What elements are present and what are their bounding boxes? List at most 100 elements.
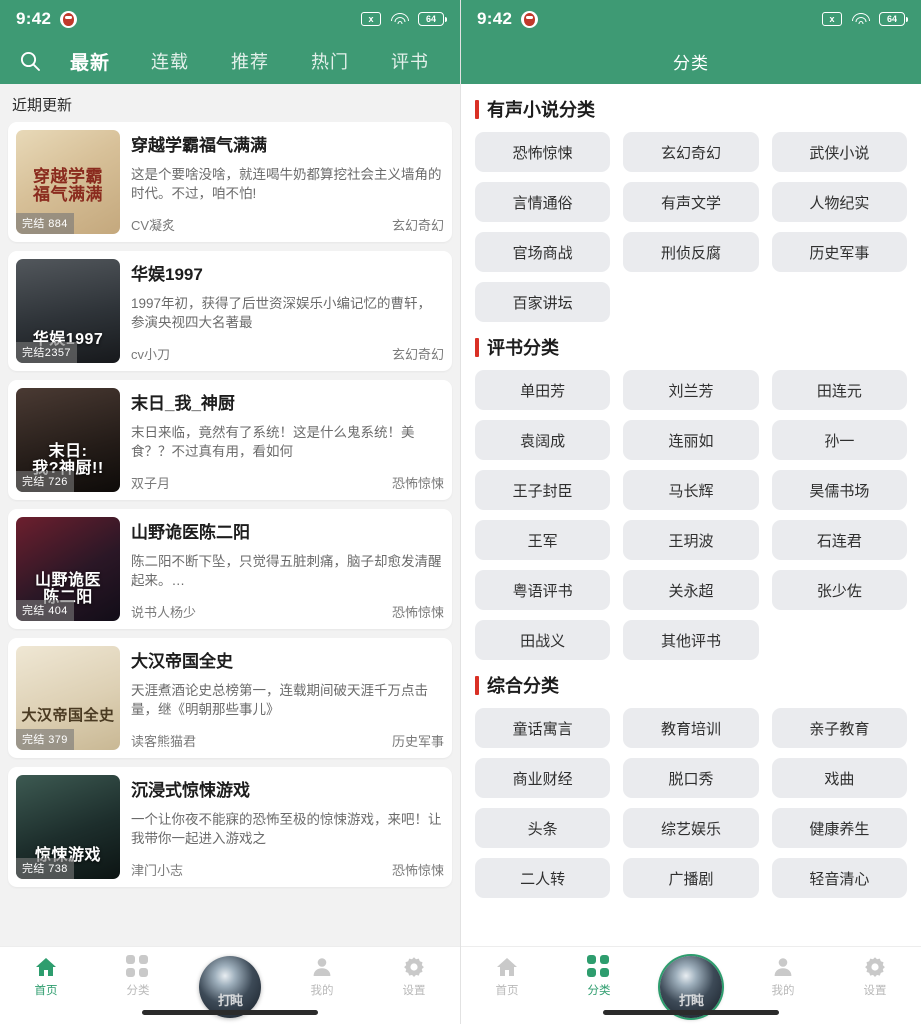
no-sim-icon: x: [822, 12, 842, 26]
gear-icon: [402, 955, 426, 979]
list-item[interactable]: 穿越学霸 福气满满 完结 884 穿越学霸福气满满 这是个要啥没啥，就连喝牛奶都算…: [8, 122, 452, 242]
list-item[interactable]: 末日: 我?神厨!! 完结 726 末日_我_神厨 末日来临，竟然有了系统！这是什…: [8, 380, 452, 500]
item-author: 双子月: [131, 476, 171, 491]
category-chip[interactable]: 百家讲坛: [475, 282, 611, 322]
category-chip[interactable]: 轻音清心: [771, 858, 907, 898]
category-chip[interactable]: 恐怖惊悚: [475, 132, 611, 172]
book-cover: 大汉帝国全史 完结 379: [16, 646, 120, 750]
status-bar-left: 9:42 x 64: [0, 0, 460, 38]
category-chip[interactable]: 王子封臣: [475, 470, 611, 510]
nav-item-mine[interactable]: 我的: [276, 955, 368, 998]
tab-zuixin[interactable]: 最新: [50, 48, 130, 75]
player-disc-icon[interactable]: 打盹: [199, 956, 261, 1018]
tab-pingshu[interactable]: 评书: [370, 48, 450, 74]
category-chip[interactable]: 综艺娱乐: [623, 808, 759, 848]
nav-item-mine[interactable]: 我的: [737, 955, 829, 998]
category-chip[interactable]: 言情通俗: [475, 182, 611, 222]
search-icon[interactable]: [10, 49, 50, 73]
tab-tuijian[interactable]: 推荐: [210, 48, 290, 74]
category-chip[interactable]: 其他评书: [623, 620, 759, 660]
nav-item-home[interactable]: 首页: [0, 955, 92, 998]
wifi-icon: [390, 12, 409, 26]
list-item[interactable]: 华娱1997 完结2357 华娱1997 1997年初，获得了后世资深娱乐小编记…: [8, 251, 452, 371]
list-item[interactable]: 大汉帝国全史 完结 379 大汉帝国全史 天涯煮酒论史总榜第一，连载期间破天涯千…: [8, 638, 452, 758]
category-chip[interactable]: 头条: [475, 808, 611, 848]
category-chip[interactable]: 脱口秀: [623, 758, 759, 798]
category-chip[interactable]: 戏曲: [771, 758, 907, 798]
book-cover: 末日: 我?神厨!! 完结 726: [16, 388, 120, 492]
category-chip[interactable]: 田战义: [475, 620, 611, 660]
cover-title: 穿越学霸 福气满满: [33, 167, 103, 205]
category-chip[interactable]: 历史军事: [771, 232, 907, 272]
status-bar-right: 9:42 x 64: [461, 0, 921, 38]
category-chip[interactable]: 人物纪实: [771, 182, 907, 222]
category-chip[interactable]: 玄幻奇幻: [623, 132, 759, 172]
category-chip[interactable]: 亲子教育: [771, 708, 907, 748]
category-chip[interactable]: 王军: [475, 520, 611, 560]
list-item[interactable]: 山野诡医 陈二阳 完结 404 山野诡医陈二阳 陈二阳不断下坠，只觉得五脏刺痛，脑…: [8, 509, 452, 629]
home-indicator: [603, 1010, 779, 1015]
heading-text: 综合分类: [487, 676, 559, 696]
status-time: 9:42: [16, 9, 52, 28]
player-disc-icon[interactable]: 打盹: [660, 956, 722, 1018]
dual-screenshot-container: 9:42 x 64 最新 连载 推荐 热门 评书 近期更新 穿越学霸 福气满满 …: [0, 0, 921, 1024]
nav-item-settings[interactable]: 设置: [368, 955, 460, 998]
category-panel[interactable]: 有声小说分类 恐怖惊悚 玄幻奇幻 武侠小说 言情通俗 有声文学 人物纪实 官场商…: [461, 84, 921, 946]
category-chip[interactable]: 单田芳: [475, 370, 611, 410]
chip-grid-pingshu: 单田芳 刘兰芳 田连元 袁阔成 连丽如 孙一 王子封臣 马长辉 昊儒书场 王军 …: [475, 370, 907, 660]
nav-item-settings[interactable]: 设置: [829, 955, 921, 998]
category-chip[interactable]: 武侠小说: [771, 132, 907, 172]
item-author: 读客熊猫君: [131, 734, 197, 749]
category-chip[interactable]: 袁阔成: [475, 420, 611, 460]
item-category: 玄幻奇幻: [391, 218, 444, 233]
category-chip[interactable]: 教育培训: [623, 708, 759, 748]
right-app-bar: 分类: [461, 38, 921, 84]
item-meta: CV凝炙 玄幻奇幻: [131, 209, 444, 234]
category-chip[interactable]: 孙一: [771, 420, 907, 460]
category-chip[interactable]: 田连元: [771, 370, 907, 410]
category-chip[interactable]: 健康养生: [771, 808, 907, 848]
category-chip[interactable]: 刑侦反腐: [623, 232, 759, 272]
recent-updates-list[interactable]: 近期更新 穿越学霸 福气满满 完结 884 穿越学霸福气满满 这是个要啥没啥，就连…: [0, 84, 460, 946]
tab-lianzai[interactable]: 连载: [130, 48, 210, 74]
person-icon: [310, 955, 334, 979]
category-chip[interactable]: 童话寓言: [475, 708, 611, 748]
category-section-heading: 综合分类: [475, 672, 907, 698]
heading-text: 评书分类: [487, 338, 559, 358]
bottom-nav-left: 首页 分类 打盹 我的 设置: [0, 946, 460, 1024]
status-badge: 完结 404: [16, 600, 74, 621]
right-phone-screen: 9:42 x 64 分类 有声小说分类 恐怖惊悚 玄幻奇幻 武侠小说 言情通俗 …: [461, 0, 921, 1024]
category-chip[interactable]: 马长辉: [623, 470, 759, 510]
nav-item-category[interactable]: 分类: [92, 954, 184, 998]
category-chip[interactable]: 广播剧: [623, 858, 759, 898]
battery-icon: 64: [418, 12, 447, 26]
list-item[interactable]: 惊悚游戏 完结 738 沉浸式惊悚游戏 一个让你夜不能寐的恐怖至极的惊悚游戏，来…: [8, 767, 452, 887]
category-chip[interactable]: 商业财经: [475, 758, 611, 798]
qq-penguin-icon: [60, 10, 78, 28]
tab-remen[interactable]: 热门: [290, 48, 370, 74]
category-section-heading: 评书分类: [475, 334, 907, 360]
category-chip[interactable]: 张少佐: [771, 570, 907, 610]
category-chip[interactable]: 刘兰芳: [623, 370, 759, 410]
nav-items: 首页 分类 打盹 我的 设置: [0, 947, 460, 1018]
category-chip[interactable]: 二人转: [475, 858, 611, 898]
category-chip[interactable]: 王玥波: [623, 520, 759, 560]
chip-grid-audiobook: 恐怖惊悚 玄幻奇幻 武侠小说 言情通俗 有声文学 人物纪实 官场商战 刑侦反腐 …: [475, 132, 907, 322]
category-chip[interactable]: 连丽如: [623, 420, 759, 460]
category-chip[interactable]: 有声文学: [623, 182, 759, 222]
status-badge: 完结 726: [16, 471, 74, 492]
category-chip[interactable]: 官场商战: [475, 232, 611, 272]
item-meta: 说书人杨少 恐怖惊悚: [131, 596, 444, 621]
nav-item-category[interactable]: 分类: [553, 954, 645, 998]
item-description: 天涯煮酒论史总榜第一，连载期间破天涯千万点击量，继《明朝那些事儿》: [131, 683, 428, 718]
item-title: 山野诡医陈二阳: [131, 523, 250, 542]
category-chip[interactable]: 粤语评书: [475, 570, 611, 610]
category-chip[interactable]: 石连君: [771, 520, 907, 560]
category-chip[interactable]: 关永超: [623, 570, 759, 610]
nav-item-home[interactable]: 首页: [461, 955, 553, 998]
category-chip[interactable]: 昊儒书场: [771, 470, 907, 510]
heading-accent-bar: [475, 675, 479, 695]
chip-grid-general: 童话寓言 教育培训 亲子教育 商业财经 脱口秀 戏曲 头条 综艺娱乐 健康养生 …: [475, 708, 907, 898]
item-title: 末日_我_神厨: [131, 394, 235, 413]
item-description: 这是个要啥没啥，就连喝牛奶都算挖社会主义墙角的时代。不过，咱不怕!: [131, 167, 442, 202]
